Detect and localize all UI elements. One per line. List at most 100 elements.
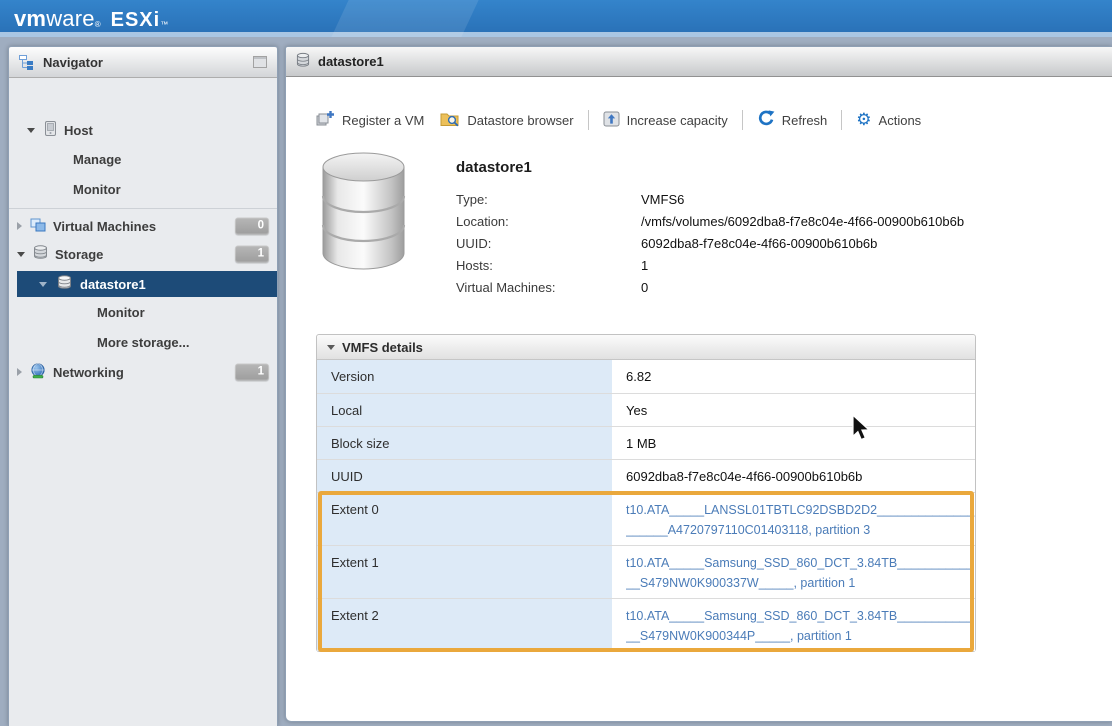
datastore-large-icon	[316, 151, 411, 276]
extent-device-link[interactable]: t10.ATA_____LANSSL01TBTLC92DSBD2D2______…	[626, 500, 975, 520]
sidebar-item-host[interactable]: Host	[9, 116, 277, 144]
sidebar-item-label: Virtual Machines	[53, 219, 156, 234]
summary-value: VMFS6	[641, 192, 684, 207]
extent-device-link[interactable]: t10.ATA_____Samsung_SSD_860_DCT_3.84TB__…	[626, 606, 975, 626]
chevron-down-icon[interactable]	[27, 128, 35, 133]
sidebar-item-label: Manage	[73, 152, 121, 167]
datastore-icon	[57, 275, 72, 293]
count-badge: 1	[235, 364, 269, 381]
chevron-down-icon	[327, 345, 335, 350]
summary-label: UUID:	[456, 236, 641, 251]
chevron-down-icon[interactable]	[17, 252, 25, 257]
row-label: UUID	[317, 460, 612, 492]
datastore-browser-button[interactable]: Datastore browser	[440, 111, 573, 130]
chevron-down-icon[interactable]	[39, 282, 47, 287]
refresh-label: Refresh	[782, 113, 828, 128]
row-value: Yes	[612, 394, 975, 426]
host-icon	[45, 121, 56, 139]
table-row-extent-1: Extent 1 t10.ATA_____Samsung_SSD_860_DCT…	[317, 545, 975, 598]
toolbar: Register a VM Datastore browser Increas	[316, 105, 921, 135]
summary-label: Type:	[456, 192, 641, 207]
summary-label: Hosts:	[456, 258, 641, 273]
increase-capacity-button[interactable]: Increase capacity	[603, 111, 728, 130]
row-label: Extent 1	[317, 546, 612, 598]
count-badge: 1	[235, 246, 269, 263]
sidebar-item-label: datastore1	[80, 277, 146, 292]
row-value: 6092dba8-f7e8c04e-4f66-00900b610b6b	[612, 460, 975, 492]
table-row-extent-2: Extent 2 t10.ATA_____Samsung_SSD_860_DCT…	[317, 598, 975, 651]
summary-row: Location: /vmfs/volumes/6092dba8-f7e8c04…	[456, 210, 964, 232]
sidebar-item-label: Networking	[53, 365, 124, 380]
navigator-panel: Navigator Host Manage Monitor Virtual Ma…	[8, 46, 278, 726]
virtual-machines-icon	[30, 218, 46, 235]
brand-esxi: ESXi	[111, 9, 161, 31]
sidebar-item-virtual-machines[interactable]: Virtual Machines 0	[9, 212, 277, 240]
navigator-title: Navigator	[43, 47, 103, 78]
datastore-summary: Type: VMFS6 Location: /vmfs/volumes/6092…	[456, 188, 964, 298]
window-title: datastore1	[318, 54, 384, 69]
summary-value: 0	[641, 280, 648, 295]
sidebar-item-label: Monitor	[73, 182, 121, 197]
vmfs-details-header[interactable]: VMFS details	[317, 335, 975, 360]
gear-icon: ⚙	[856, 112, 871, 129]
row-value: 1 MB	[612, 427, 975, 459]
sidebar-item-networking[interactable]: Networking 1	[9, 358, 277, 386]
summary-row: Type: VMFS6	[456, 188, 964, 210]
summary-row: Virtual Machines: 0	[456, 276, 964, 298]
storage-icon	[33, 245, 48, 263]
table-row: UUID 6092dba8-f7e8c04e-4f66-00900b610b6b	[317, 459, 975, 492]
summary-value: 6092dba8-f7e8c04e-4f66-00900b610b6b	[641, 236, 877, 251]
extent-device-link[interactable]: __S479NW0K900344P_____, partition 1	[626, 626, 975, 646]
registered-mark: ®	[95, 20, 101, 29]
chevron-right-icon[interactable]	[17, 222, 22, 230]
summary-row: Hosts: 1	[456, 254, 964, 276]
sidebar-item-label: More storage...	[97, 335, 189, 350]
refresh-icon	[757, 110, 775, 130]
sidebar-item-datastore-monitor[interactable]: Monitor	[9, 298, 277, 326]
toolbar-separator	[841, 110, 842, 130]
brand-vm: vm	[14, 6, 46, 31]
vmfs-details-panel: VMFS details Version 6.82 Local Yes Bloc…	[316, 334, 976, 652]
table-row: Local Yes	[317, 393, 975, 426]
navigator-header: Navigator	[9, 47, 277, 78]
sidebar-item-storage[interactable]: Storage 1	[9, 240, 277, 268]
row-label: Version	[317, 360, 612, 393]
sidebar-item-label: Storage	[55, 247, 103, 262]
register-vm-button[interactable]: Register a VM	[316, 110, 424, 130]
navigator-tree-icon	[19, 54, 33, 76]
extent-device-link[interactable]: t10.ATA_____Samsung_SSD_860_DCT_3.84TB__…	[626, 553, 975, 573]
sidebar-item-host-manage[interactable]: Manage	[9, 144, 277, 174]
count-badge: 0	[235, 218, 269, 235]
summary-label: Virtual Machines:	[456, 280, 641, 295]
summary-value: 1	[641, 258, 648, 273]
brand-ware: ware	[46, 6, 95, 31]
extent-device-link[interactable]: ______A4720797110C01403118, partition 3	[626, 520, 975, 540]
summary-value: /vmfs/volumes/6092dba8-f7e8c04e-4f66-009…	[641, 214, 964, 229]
sidebar-item-datastore1[interactable]: datastore1	[17, 271, 277, 297]
mouse-cursor	[851, 414, 873, 449]
increase-capacity-icon	[603, 111, 620, 130]
row-label: Extent 2	[317, 599, 612, 651]
collapse-panel-icon[interactable]	[253, 56, 267, 68]
datastore-browser-label: Datastore browser	[467, 113, 573, 128]
table-row: Block size 1 MB	[317, 426, 975, 459]
sidebar-item-label: Monitor	[97, 305, 145, 320]
app-header: vmware® ESXi™	[0, 0, 1112, 37]
networking-globe-icon	[30, 363, 46, 382]
tree-divider	[9, 208, 277, 209]
register-vm-label: Register a VM	[342, 113, 424, 128]
chevron-right-icon[interactable]	[17, 368, 22, 376]
actions-button[interactable]: ⚙ Actions	[856, 112, 921, 129]
extent-device-link[interactable]: __S479NW0K900337W_____, partition 1	[626, 573, 975, 593]
increase-capacity-label: Increase capacity	[627, 113, 728, 128]
datastore-browser-icon	[440, 111, 460, 130]
refresh-button[interactable]: Refresh	[757, 110, 828, 130]
row-value: 6.82	[612, 360, 975, 393]
trademark-mark: ™	[160, 20, 168, 29]
summary-row: UUID: 6092dba8-f7e8c04e-4f66-00900b610b6…	[456, 232, 964, 254]
sidebar-item-more-storage[interactable]: More storage...	[9, 328, 277, 356]
datastore-title: datastore1	[456, 159, 532, 176]
sidebar-item-label: Host	[64, 123, 93, 138]
sidebar-item-host-monitor[interactable]: Monitor	[9, 174, 277, 204]
toolbar-separator	[742, 110, 743, 130]
